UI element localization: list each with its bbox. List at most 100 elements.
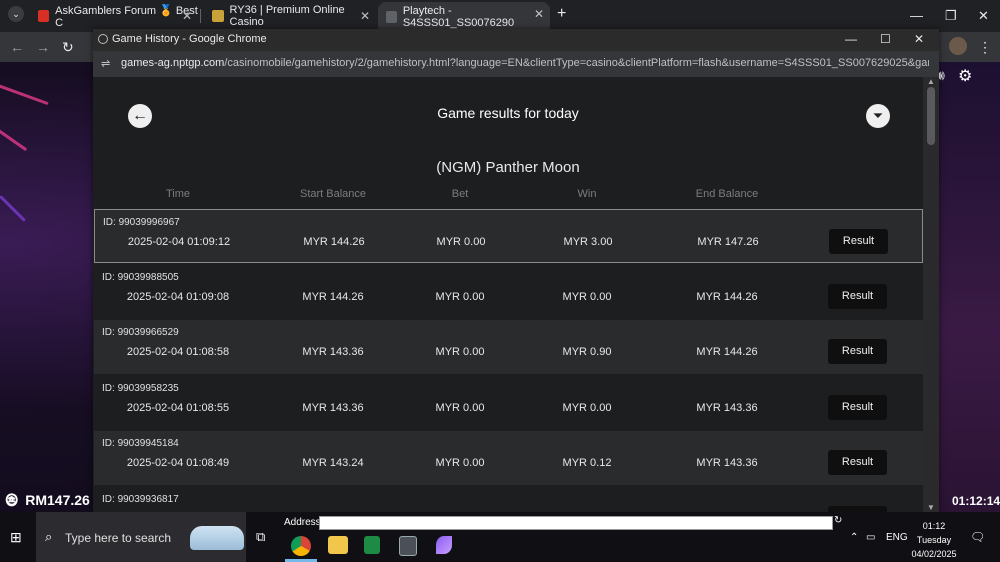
calculator-icon[interactable] (399, 536, 417, 556)
row-end-balance: MYR 143.36 (696, 457, 758, 469)
row-start-balance: MYR 143.36 (302, 346, 364, 358)
column-header-bet: Bet (451, 188, 469, 200)
row-win: MYR 0.90 (562, 346, 612, 358)
popup-url[interactable]: games-ag.nptgp.com/casinomobile/gamehist… (121, 57, 929, 69)
row-end-balance: MYR 144.26 (696, 346, 758, 358)
row-time: 2025-02-04 01:09:08 (126, 291, 230, 303)
search-highlight-image (190, 526, 244, 550)
row-id: ID: 99039988505 (102, 272, 179, 283)
row-win: MYR 3.00 (563, 236, 613, 248)
tab-label: AskGamblers Forum 🏅 Best C (55, 4, 198, 29)
maximize-icon[interactable]: ☐ (880, 32, 891, 46)
row-bet: MYR 0.00 (436, 236, 486, 248)
table-row[interactable]: ID: 99039958235 2025-02-04 01:08:55 MYR … (94, 376, 923, 430)
result-button[interactable]: Result (828, 284, 887, 309)
result-button[interactable]: Result (828, 450, 887, 475)
row-id: ID: 99039945184 (102, 438, 179, 449)
row-id: ID: 99039958235 (102, 383, 179, 394)
row-start-balance: MYR 144.26 (302, 291, 364, 303)
game-clock: 01:12:14 (952, 494, 1000, 508)
close-tab-icon[interactable]: ✕ (360, 9, 370, 23)
scroll-down-icon[interactable]: ▼ (927, 503, 935, 512)
profile-avatar[interactable] (949, 37, 967, 55)
game-background-right (935, 62, 1000, 512)
result-button[interactable]: Result (829, 229, 888, 254)
task-view-icon[interactable]: ⧉ (256, 529, 265, 545)
game-name: (NGM) Panther Moon (436, 159, 580, 176)
popup-address-bar[interactable]: ⇌ games-ag.nptgp.com/casinomobile/gamehi… (93, 51, 939, 77)
row-bet: MYR 0.00 (435, 291, 485, 303)
table-row[interactable]: ID: 99039945184 2025-02-04 01:08:49 MYR … (94, 431, 923, 485)
close-tab-icon[interactable]: ✕ (182, 9, 192, 23)
table-row[interactable]: ID: 99039996967 2025-02-04 01:09:12 MYR … (94, 209, 923, 263)
minimize-icon[interactable]: — (845, 32, 857, 46)
browser-tabstrip: ⌄ AskGamblers Forum 🏅 Best C ✕ RY36 | Pr… (0, 0, 1000, 32)
history-content: ← Game results for today ⏷ (NGM) Panther… (93, 77, 923, 512)
popup-title: Game History - Google Chrome (112, 33, 267, 45)
row-win: MYR 0.12 (562, 457, 612, 469)
row-end-balance: MYR 147.26 (697, 236, 759, 248)
tab-ry36[interactable]: RY36 | Premium Online Casino ✕ (204, 4, 376, 28)
taskbar-search[interactable]: ⌕ Type here to search (36, 512, 246, 562)
row-id: ID: 99039966529 (102, 327, 179, 338)
table-row[interactable]: ID: 99039966529 2025-02-04 01:08:58 MYR … (94, 320, 923, 374)
row-start-balance: MYR 143.24 (302, 457, 364, 469)
popup-titlebar: Game History - Google Chrome — ☐ ✕ (93, 29, 939, 51)
clock-time: 01:12 (922, 521, 946, 531)
row-win: MYR 0.00 (562, 402, 612, 414)
row-id: ID: 99039996967 (103, 217, 180, 228)
scrollbar-thumb[interactable] (927, 87, 935, 145)
scrollbar[interactable]: ▲ ▼ (923, 77, 939, 512)
scroll-up-icon[interactable]: ▲ (927, 77, 935, 86)
row-time: 2025-02-04 01:08:55 (126, 402, 230, 414)
new-tab-icon[interactable]: + (557, 5, 566, 23)
address-toolbar-input[interactable] (319, 516, 833, 530)
table-row[interactable]: ID: 99039988505 2025-02-04 01:09:08 MYR … (94, 265, 923, 319)
row-end-balance: MYR 144.26 (696, 291, 758, 303)
column-header-win: Win (577, 188, 597, 200)
row-start-balance: MYR 144.26 (303, 236, 365, 248)
restore-icon[interactable]: ❐ (945, 8, 957, 24)
language-indicator[interactable]: ENG (886, 532, 908, 543)
notifications-icon[interactable]: 🗨︎ (970, 530, 985, 544)
page-title: Game results for today (437, 105, 579, 121)
askgamblers-favicon-icon (38, 10, 50, 22)
table-row[interactable]: ID: 99039936817 Result (94, 487, 923, 512)
menu-dots-icon[interactable]: ⋮ (978, 39, 992, 56)
clock-date: 04/02/2025 (911, 549, 957, 559)
address-go-icon[interactable]: ↻ (834, 515, 842, 526)
spreadsheet-icon[interactable] (364, 536, 380, 554)
url-domain: games-ag.nptgp.com (121, 57, 225, 69)
feather-app-icon[interactable] (436, 536, 452, 554)
network-icon[interactable]: ▭ (866, 532, 875, 543)
chrome-icon (98, 34, 108, 44)
minimize-icon[interactable]: — (910, 8, 923, 23)
tab-playtech[interactable]: Playtech - S4SSS01_SS0076290 ✕ (378, 2, 550, 32)
close-window-icon[interactable]: ✕ (914, 32, 924, 46)
result-button[interactable]: Result (828, 339, 887, 364)
close-window-icon[interactable]: ✕ (978, 8, 989, 24)
balance-value: RM147.26 (25, 492, 90, 508)
windows-start-icon[interactable]: ⊞ (10, 529, 22, 546)
close-tab-icon[interactable]: ✕ (534, 7, 544, 21)
game-history-window: Game History - Google Chrome — ☐ ✕ ⇌ gam… (93, 29, 939, 512)
clock-day: Tuesday (916, 535, 952, 545)
chevron-up-icon[interactable]: ⌃ (850, 532, 858, 543)
tab-askgamblers[interactable]: AskGamblers Forum 🏅 Best C ✕ (30, 4, 198, 29)
taskbar-clock[interactable]: 01:12 Tuesday 04/02/2025 (908, 519, 960, 561)
back-arrow-icon[interactable]: ← (10, 39, 24, 55)
filter-button[interactable]: ⏷ (866, 104, 890, 128)
forward-arrow-icon[interactable]: → (36, 39, 50, 55)
reload-icon[interactable]: ↻ (62, 39, 74, 56)
chrome-taskbar-icon[interactable] (291, 536, 311, 556)
tab-search-icon[interactable]: ⌄ (8, 6, 24, 22)
file-explorer-icon[interactable] (328, 536, 348, 554)
url-path: /casinomobile/gamehistory/2/gamehistory.… (224, 57, 929, 69)
row-bet: MYR 0.00 (435, 346, 485, 358)
row-end-balance: MYR 143.36 (696, 402, 758, 414)
result-button[interactable]: Result (828, 395, 887, 420)
gear-icon[interactable]: ⚙ (958, 66, 972, 86)
row-time: 2025-02-04 01:08:58 (126, 346, 230, 358)
row-bet: MYR 0.00 (435, 402, 485, 414)
site-info-icon[interactable]: ⇌ (101, 57, 110, 70)
